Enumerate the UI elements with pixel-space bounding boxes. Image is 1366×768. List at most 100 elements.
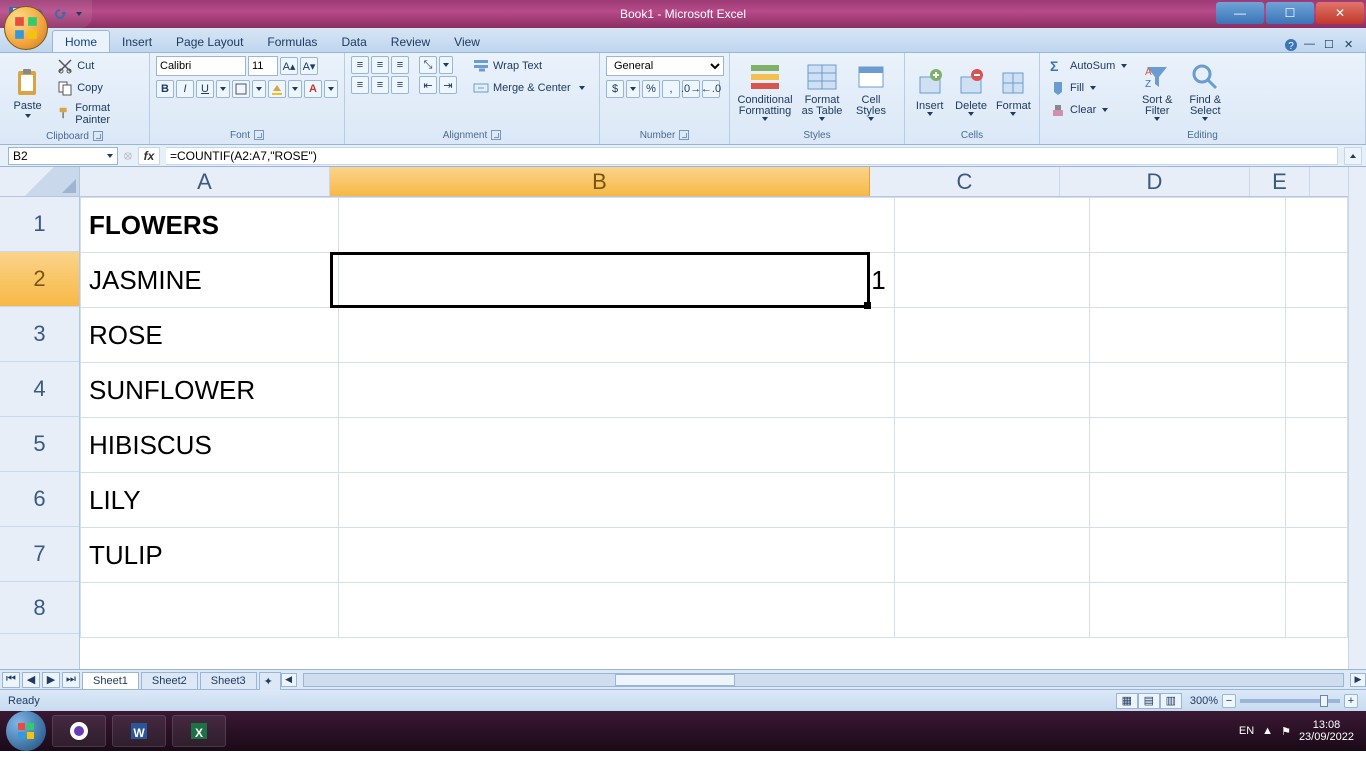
ribbon-restore-button[interactable]: ☐ xyxy=(1324,38,1338,52)
cut-button[interactable]: Cut xyxy=(53,56,143,76)
spreadsheet-grid[interactable]: 1 2 3 4 5 6 7 8 A B C D E FLOWERS xyxy=(0,167,1366,669)
cell-a3[interactable]: ROSE xyxy=(81,308,339,363)
cell-a8[interactable] xyxy=(81,583,339,638)
find-select-button[interactable]: Find & Select xyxy=(1183,56,1227,126)
row-header-6[interactable]: 6 xyxy=(0,472,79,527)
cell-a5[interactable]: HIBISCUS xyxy=(81,418,339,473)
tab-data[interactable]: Data xyxy=(329,31,378,52)
fill-color-button[interactable] xyxy=(268,80,286,98)
row-header-1[interactable]: 1 xyxy=(0,197,79,252)
font-name-input[interactable] xyxy=(156,56,246,76)
cell-a6[interactable]: LILY xyxy=(81,473,339,528)
font-color-dropdown[interactable] xyxy=(324,80,338,98)
format-cells-button[interactable]: Format xyxy=(994,56,1033,126)
cell-d5[interactable] xyxy=(1090,418,1286,473)
ribbon-close-button[interactable]: ✕ xyxy=(1344,38,1358,52)
cell-d3[interactable] xyxy=(1090,308,1286,363)
orientation-dropdown[interactable] xyxy=(439,56,453,74)
cell-c1[interactable] xyxy=(894,198,1090,253)
font-dialog-launcher[interactable] xyxy=(254,130,264,140)
zoom-level[interactable]: 300% xyxy=(1190,695,1218,707)
cell-styles-button[interactable]: Cell Styles xyxy=(850,56,892,126)
cell-d7[interactable] xyxy=(1090,528,1286,583)
cell-d8[interactable] xyxy=(1090,583,1286,638)
sheet-nav-last[interactable]: ⏭ xyxy=(62,672,80,688)
sheet-tab-2[interactable]: Sheet2 xyxy=(141,672,198,689)
borders-button[interactable] xyxy=(232,80,250,98)
cell-e8[interactable] xyxy=(1286,583,1348,638)
office-button[interactable] xyxy=(4,6,48,50)
close-button[interactable]: ✕ xyxy=(1316,2,1364,24)
col-header-a[interactable]: A xyxy=(80,167,330,196)
align-top-button[interactable]: ≡ xyxy=(351,56,369,74)
font-color-button[interactable]: A xyxy=(304,80,322,98)
number-format-select[interactable]: General xyxy=(606,56,724,76)
align-right-button[interactable]: ≡ xyxy=(391,76,409,94)
help-icon[interactable]: ? xyxy=(1284,38,1298,52)
maximize-button[interactable]: ☐ xyxy=(1266,2,1314,24)
select-all-corner[interactable] xyxy=(0,167,80,197)
tray-flag-icon[interactable]: ⚑ xyxy=(1281,725,1291,738)
cell-c4[interactable] xyxy=(894,363,1090,418)
increase-decimal-button[interactable]: .0→ xyxy=(682,80,700,98)
sheet-nav-prev[interactable]: ◀ xyxy=(22,672,40,688)
formula-input[interactable]: =COUNTIF(A2:A7,"ROSE") xyxy=(166,147,1338,165)
cell-c3[interactable] xyxy=(894,308,1090,363)
cell-e6[interactable] xyxy=(1286,473,1348,528)
tray-show-hidden-icon[interactable]: ▲ xyxy=(1262,725,1273,737)
merge-center-button[interactable]: Merge & Center xyxy=(469,78,589,98)
sheet-nav-next[interactable]: ▶ xyxy=(42,672,60,688)
start-button[interactable] xyxy=(6,711,46,751)
cell-a1[interactable]: FLOWERS xyxy=(81,198,339,253)
cell-c7[interactable] xyxy=(894,528,1090,583)
cell-a7[interactable]: TULIP xyxy=(81,528,339,583)
cell-d6[interactable] xyxy=(1090,473,1286,528)
task-browser[interactable] xyxy=(52,715,106,747)
alignment-dialog-launcher[interactable] xyxy=(491,130,501,140)
align-middle-button[interactable]: ≡ xyxy=(371,56,389,74)
align-left-button[interactable]: ≡ xyxy=(351,76,369,94)
format-as-table-button[interactable]: Format as Table xyxy=(798,56,846,126)
tray-clock[interactable]: 13:08 23/09/2022 xyxy=(1299,719,1354,743)
fill-button[interactable]: Fill xyxy=(1046,78,1131,98)
cell-e4[interactable] xyxy=(1286,363,1348,418)
insert-cells-button[interactable]: Insert xyxy=(911,56,948,126)
fill-color-dropdown[interactable] xyxy=(288,80,302,98)
number-dialog-launcher[interactable] xyxy=(679,130,689,140)
minimize-button[interactable]: — xyxy=(1216,2,1264,24)
sheet-nav-first[interactable]: ⏮ xyxy=(2,672,20,688)
italic-button[interactable]: I xyxy=(176,80,194,98)
cell-b1[interactable] xyxy=(338,198,894,253)
expand-formula-bar-button[interactable] xyxy=(1344,147,1362,165)
cell-a4[interactable]: SUNFLOWER xyxy=(81,363,339,418)
autosum-button[interactable]: ΣAutoSum xyxy=(1046,56,1131,76)
zoom-slider[interactable] xyxy=(1240,699,1340,703)
cell-e2[interactable] xyxy=(1286,253,1348,308)
cell-d4[interactable] xyxy=(1090,363,1286,418)
sheet-tab-1[interactable]: Sheet1 xyxy=(82,672,139,689)
cell-b3[interactable] xyxy=(338,308,894,363)
row-header-4[interactable]: 4 xyxy=(0,362,79,417)
vertical-scrollbar[interactable] xyxy=(1348,167,1366,669)
tab-view[interactable]: View xyxy=(442,31,492,52)
font-size-input[interactable] xyxy=(248,56,278,76)
orientation-button[interactable]: ⤡ xyxy=(419,56,437,74)
insert-function-button[interactable]: fx xyxy=(138,147,160,165)
cell-c5[interactable] xyxy=(894,418,1090,473)
col-header-e[interactable]: E xyxy=(1250,167,1310,196)
ribbon-minimize-button[interactable]: — xyxy=(1304,38,1318,52)
redo-icon[interactable] xyxy=(52,6,68,22)
underline-button[interactable]: U xyxy=(196,80,214,98)
normal-view-button[interactable]: ▦ xyxy=(1116,693,1138,709)
cell-c8[interactable] xyxy=(894,583,1090,638)
clear-button[interactable]: Clear xyxy=(1046,100,1131,120)
grow-font-button[interactable]: A▴ xyxy=(280,57,298,75)
hscroll-right[interactable]: ▶ xyxy=(1350,673,1366,687)
row-header-3[interactable]: 3 xyxy=(0,307,79,362)
delete-cells-button[interactable]: Delete xyxy=(952,56,989,126)
cell-a2[interactable]: JASMINE xyxy=(81,253,339,308)
cell-e1[interactable] xyxy=(1286,198,1348,253)
tab-formulas[interactable]: Formulas xyxy=(255,31,329,52)
accounting-format-button[interactable]: $ xyxy=(606,80,624,98)
clipboard-dialog-launcher[interactable] xyxy=(93,131,103,141)
